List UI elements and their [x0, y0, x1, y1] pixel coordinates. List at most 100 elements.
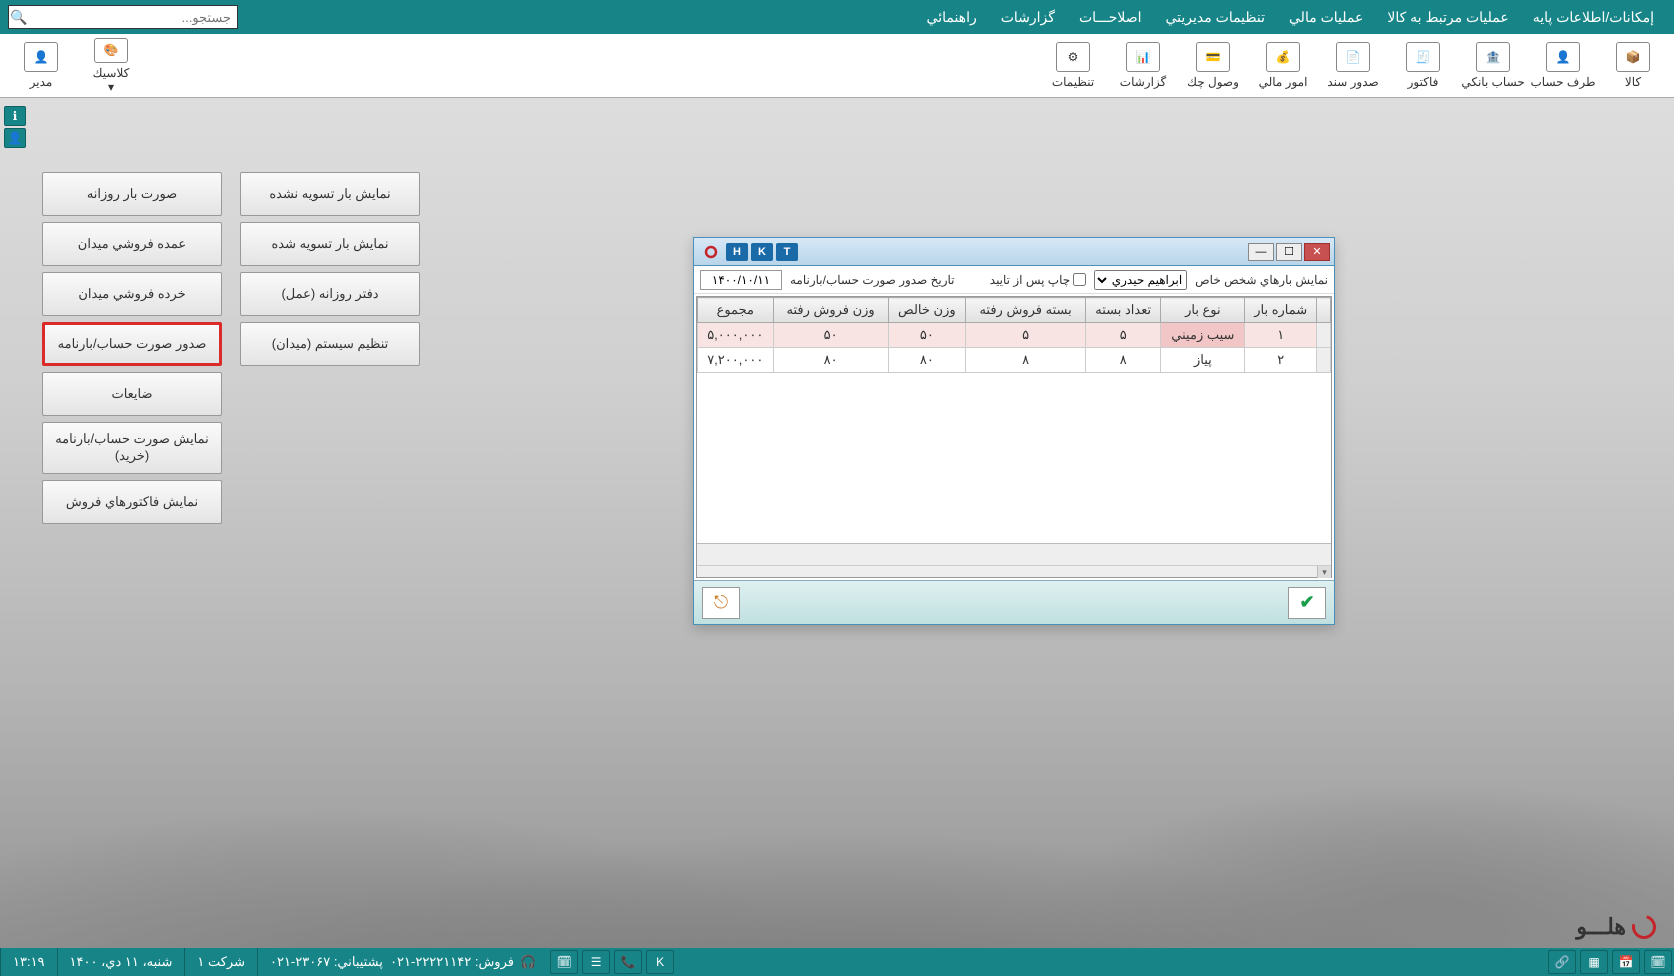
tool-label: صدور سند — [1327, 75, 1378, 89]
label-person: نمايش بارهاي شخص خاص — [1195, 273, 1328, 287]
person-dropdown[interactable]: ابراهيم حيدري — [1094, 270, 1187, 290]
tray-share-icon[interactable]: 🔗 — [1548, 950, 1576, 974]
menu-reports[interactable]: گزارشات — [989, 9, 1067, 26]
close-button[interactable]: ✕ — [1304, 243, 1330, 261]
confirm-button[interactable]: ✔ — [1288, 587, 1326, 619]
panel-column-2: نمايش بار تسويه نشده نمايش بار تسويه شده… — [240, 172, 420, 524]
menu-mgmt-settings[interactable]: تنظيمات مديريتي — [1153, 9, 1277, 26]
dialog-button-bar: ⎋ ✔ — [694, 580, 1334, 624]
shortcut-k[interactable]: K — [751, 243, 773, 261]
tool-settings[interactable]: ⚙تنظيمات — [1038, 38, 1108, 94]
tray-list-icon[interactable]: ☰ — [582, 950, 610, 974]
tool-label: فاكتور — [1408, 75, 1439, 89]
report-icon: 📊 — [1126, 42, 1160, 72]
col-load-no[interactable]: شماره بار — [1245, 298, 1317, 323]
dialog-titlebar[interactable]: H K T — ☐ ✕ — [694, 238, 1334, 266]
tool-label: حساب بانكي — [1461, 75, 1524, 89]
btn-unsettled[interactable]: نمايش بار تسويه نشده — [240, 172, 420, 216]
tool-account-side[interactable]: 👤 طرف حساب — [1528, 38, 1598, 94]
btn-waste[interactable]: ضايعات — [42, 372, 222, 416]
grid-footer — [697, 543, 1331, 565]
print-after-confirm[interactable]: چاپ پس از تاييد — [990, 273, 1086, 287]
exit-button[interactable]: ⎋ — [702, 587, 740, 619]
tray-phone-icon[interactable]: 📞 — [614, 950, 642, 974]
tray-cal3-icon[interactable]: 🗓 — [550, 950, 578, 974]
holoo-logo-icon — [1628, 911, 1661, 944]
col-sold-weight[interactable]: وزن فروش رفته — [773, 298, 888, 323]
action-panels: صورت بار روزانه عمده فروشي ميدان خرده فر… — [42, 172, 420, 524]
btn-daily-book[interactable]: دفتر روزانه (عمل) — [240, 272, 420, 316]
btn-wholesale[interactable]: عمده فروشي ميدان — [42, 222, 222, 266]
scroll-down-arrow[interactable]: ▾ — [1317, 566, 1331, 578]
tray-k-icon[interactable]: K — [646, 950, 674, 974]
row-marker-col — [1317, 298, 1331, 323]
status-date: شنبه، ۱۱ دي، ۱۴۰۰ — [57, 948, 185, 976]
user-card-icon[interactable]: 👤 — [4, 128, 26, 148]
btn-show-bill[interactable]: نمايش صورت حساب/بارنامه (خريد) — [42, 422, 222, 474]
btn-show-invoices[interactable]: نمايش فاكتورهاي فروش — [42, 480, 222, 524]
menu-goods-ops[interactable]: عمليات مرتبط به كالا — [1375, 9, 1520, 26]
btn-settled[interactable]: نمايش بار تسويه شده — [240, 222, 420, 266]
col-pack-count[interactable]: تعداد بسته — [1086, 298, 1161, 323]
cheque-icon: 💳 — [1196, 42, 1230, 72]
col-net-weight[interactable]: وزن خالص — [888, 298, 965, 323]
brand-text: هلـــو — [1576, 914, 1626, 940]
dialog-form-row: نمايش بارهاي شخص خاص ابراهيم حيدري چاپ پ… — [694, 266, 1334, 294]
bank-icon: 🏦 — [1476, 42, 1510, 72]
menu-corrections[interactable]: اصلاحـــات — [1067, 9, 1154, 26]
btn-system-config[interactable]: تنظيم سيستم (ميدان) — [240, 322, 420, 366]
tray-cal1-icon[interactable]: 🗓 — [1644, 950, 1672, 974]
theme-icon: 🎨 — [94, 38, 128, 63]
tool-reports[interactable]: 📊گزارشات — [1108, 38, 1178, 94]
sales-phone: ۰۲۱-۲۲۲۲۱۱۴۲ — [390, 954, 471, 970]
minimize-button[interactable]: — — [1248, 243, 1274, 261]
grid-scroll-indicator: ▾ — [697, 565, 1331, 577]
btn-retail[interactable]: خرده فروشي ميدان — [42, 272, 222, 316]
print-checkbox[interactable] — [1073, 273, 1086, 286]
tool-finance[interactable]: 💰 امور مالي — [1248, 38, 1318, 94]
search-input[interactable] — [29, 10, 237, 25]
app-logo-icon — [702, 243, 720, 261]
label-date: تاريخ صدور صورت حساب/بارنامه — [790, 273, 955, 287]
side-icon-strip: ℹ 👤 — [4, 106, 26, 148]
col-load-type[interactable]: نوع بار — [1161, 298, 1245, 323]
shortcut-t[interactable]: T — [776, 243, 798, 261]
tool-label: مدير — [30, 75, 53, 89]
info-icon[interactable]: ℹ — [4, 106, 26, 126]
table-row[interactable]: ۱ سيب زميني ۵ ۵ ۵۰ ۵۰ ۵,۰۰۰,۰۰۰ — [698, 323, 1331, 348]
support-label: پشتيباني: — [334, 954, 383, 970]
loads-grid: شماره بار نوع بار تعداد بسته بسته فروش ر… — [696, 296, 1332, 578]
tool-label: امور مالي — [1259, 75, 1308, 89]
loads-table: شماره بار نوع بار تعداد بسته بسته فروش ر… — [697, 297, 1331, 373]
table-row[interactable]: ۲ پياز ۸ ۸ ۸۰ ۸۰ ۷,۲۰۰,۰۰۰ — [698, 348, 1331, 373]
tool-theme[interactable]: 🎨كلاسيك▾ — [76, 38, 146, 94]
col-sold-packs[interactable]: بسته فروش رفته — [966, 298, 1086, 323]
grid-empty-area[interactable] — [697, 373, 1331, 543]
chevron-down-icon: ▾ — [108, 80, 114, 94]
person-icon: 👤 — [1546, 42, 1580, 72]
shortcut-h[interactable]: H — [726, 243, 748, 261]
gear-icon: ⚙ — [1056, 42, 1090, 72]
sales-label: فروش: — [475, 954, 514, 970]
search-icon[interactable]: 🔍 — [9, 9, 29, 26]
menu-help[interactable]: راهنمائي — [915, 9, 989, 26]
btn-issue-bill[interactable]: صدور صورت حساب/بارنامه — [42, 322, 222, 366]
col-total[interactable]: مجموع — [698, 298, 774, 323]
tray-grid-icon[interactable]: ▦ — [1580, 950, 1608, 974]
date-input[interactable] — [700, 270, 782, 290]
tool-user[interactable]: 👤مدير — [6, 38, 76, 94]
print-checkbox-label: چاپ پس از تاييد — [990, 273, 1070, 287]
menu-basics[interactable]: إمكانات/اطلاعات پايه — [1521, 9, 1666, 26]
btn-daily-load[interactable]: صورت بار روزانه — [42, 172, 222, 216]
status-tray-left: K 📞 ☰ 🗓 — [548, 950, 676, 974]
tool-label: طرف حساب — [1530, 75, 1595, 89]
tool-invoice[interactable]: 🧾فاكتور — [1388, 38, 1458, 94]
tool-cheque[interactable]: 💳وصول چك — [1178, 38, 1248, 94]
menu-finance-ops[interactable]: عمليات مالي — [1277, 9, 1375, 26]
tool-bank[interactable]: 🏦 حساب بانكي — [1458, 38, 1528, 94]
money-icon: 💰 — [1266, 42, 1300, 72]
maximize-button[interactable]: ☐ — [1276, 243, 1302, 261]
tool-issue-doc[interactable]: 📄صدور سند — [1318, 38, 1388, 94]
tool-goods[interactable]: 📦كالا — [1598, 38, 1668, 94]
tray-cal2-icon[interactable]: 📅 — [1612, 950, 1640, 974]
